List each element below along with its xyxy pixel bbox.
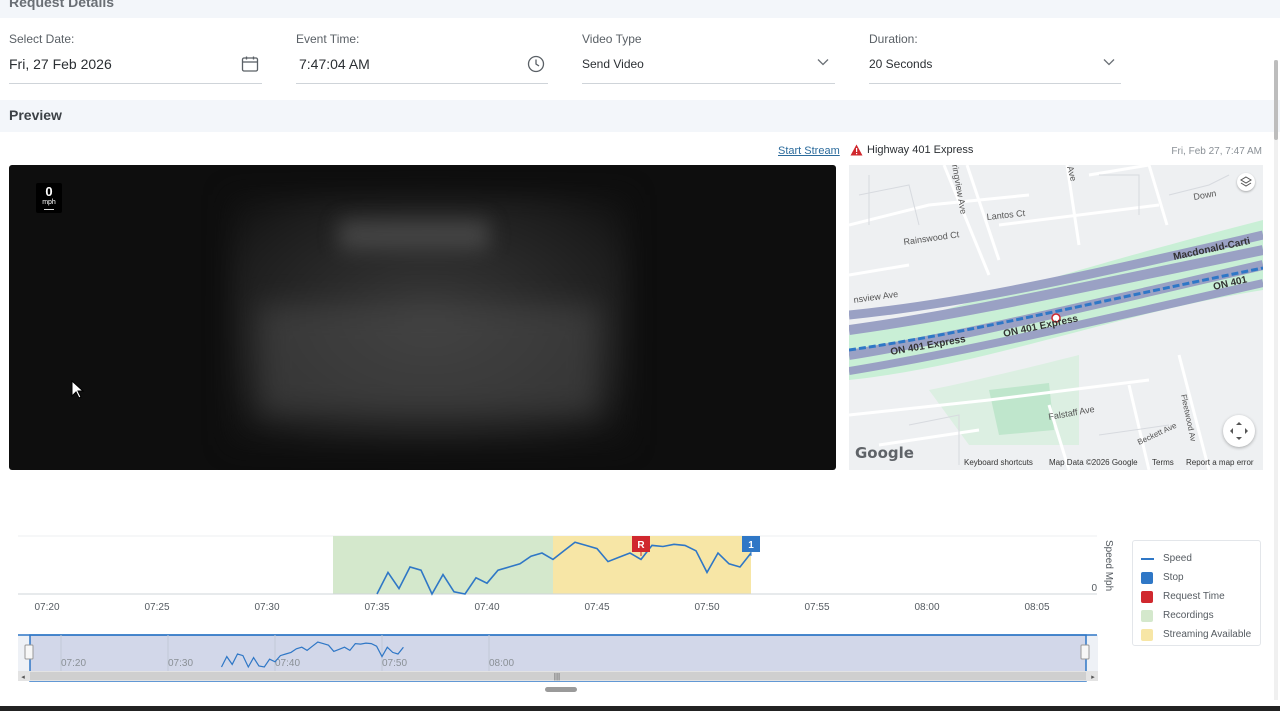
navigator-tick-label: 07:50	[382, 658, 407, 669]
x-tick-label: 07:45	[584, 602, 609, 613]
map-timestamp: Fri, Feb 27, 7:47 AM	[1171, 146, 1262, 157]
video-type-select[interactable]: Video Type Send Video	[582, 32, 835, 84]
map-location-name: Highway 401 Express	[867, 144, 974, 156]
map-footer: Google Keyboard shortcuts Map Data ©2026…	[849, 444, 1263, 470]
legend-swatch-recordings	[1141, 609, 1153, 622]
legend-item-request-time[interactable]: Request Time	[1141, 587, 1260, 606]
x-tick-label: 07:30	[254, 602, 279, 613]
scroll-right-arrow: ▸	[1091, 674, 1095, 681]
legend-swatch-stop	[1141, 571, 1153, 584]
chevron-down-icon[interactable]	[1103, 58, 1115, 66]
legend-item-speed[interactable]: Speed	[1141, 549, 1260, 568]
map-view[interactable]: Rainswood Ct Lantos Ct ringview Ave Ave …	[849, 165, 1263, 470]
date-field[interactable]: Select Date: Fri, 27 Feb 2026	[9, 32, 262, 84]
date-value[interactable]: Fri, 27 Feb 2026	[9, 56, 112, 72]
report-map-error-link[interactable]: Report a map error	[1186, 458, 1254, 467]
marker-label: 1	[748, 540, 754, 551]
scroll-left-arrow: ◂	[21, 674, 25, 681]
fullscreen-button[interactable]	[1223, 415, 1255, 447]
terms-link[interactable]: Terms	[1152, 458, 1174, 467]
page-scrollbar[interactable]	[1274, 60, 1278, 700]
speed-overlay: 0 mph	[36, 183, 62, 213]
x-tick-label: 08:00	[914, 602, 939, 613]
map-data-credit: Map Data ©2026 Google	[1049, 458, 1138, 467]
x-tick-label: 07:20	[34, 602, 59, 613]
chart-legend: Speed Stop Request Time Recordings Strea…	[1132, 540, 1261, 646]
navigator-tick-label: 07:40	[275, 658, 300, 669]
event-time-label: Event Time:	[296, 32, 360, 46]
page-scrollbar-thumb[interactable]	[1274, 60, 1278, 140]
keyboard-shortcuts-link[interactable]: Keyboard shortcuts	[964, 458, 1033, 467]
legend-label-streaming: Streaming Available	[1163, 629, 1252, 640]
navigator-handle-right[interactable]	[1080, 644, 1090, 660]
duration-value[interactable]: 20 Seconds	[869, 57, 932, 71]
mouse-cursor-icon	[71, 380, 85, 399]
chevron-down-icon[interactable]	[817, 58, 829, 66]
video-frame-blurred-detail	[339, 220, 489, 250]
preview-band	[0, 100, 1280, 132]
speed-timeline-chart[interactable]: 07:20 07:25 07:30 07:35 07:40 07:45 07:50 07:55…	[0, 525, 1280, 705]
google-logo: Google	[855, 444, 914, 462]
x-tick-label: 07:50	[694, 602, 719, 613]
legend-item-stop[interactable]: Stop	[1141, 568, 1260, 587]
layers-button[interactable]	[1237, 173, 1255, 191]
marker-label: R	[637, 540, 645, 551]
map-canvas[interactable]: Rainswood Ct Lantos Ct ringview Ave Ave …	[849, 165, 1263, 470]
clock-icon[interactable]	[526, 54, 546, 74]
speed-divider	[44, 209, 54, 210]
navigator-handle-left[interactable]	[24, 644, 34, 660]
scrollbar-grip: |||	[554, 672, 560, 681]
band-recordings	[333, 536, 553, 594]
duration-select[interactable]: Duration: 20 Seconds	[869, 32, 1121, 84]
map-location: Highway 401 Express	[850, 144, 973, 156]
legend-label-stop: Stop	[1163, 572, 1184, 583]
video-type-value[interactable]: Send Video	[582, 57, 644, 71]
date-label: Select Date:	[9, 32, 75, 46]
preview-title: Preview	[9, 107, 62, 123]
navigator-tick-label: 07:30	[168, 658, 193, 669]
x-tick-label: 07:35	[364, 602, 389, 613]
legend-label-request-time: Request Time	[1163, 591, 1225, 602]
legend-label-recordings: Recordings	[1163, 610, 1214, 621]
bottom-edge	[0, 706, 1280, 711]
navigator-tick-label: 07:20	[61, 658, 86, 669]
start-stream-link[interactable]: Start Stream	[778, 145, 840, 157]
x-tick-label: 07:55	[804, 602, 829, 613]
calendar-icon[interactable]	[240, 54, 260, 74]
navigator-tick-label: 08:00	[489, 658, 514, 669]
legend-item-recordings[interactable]: Recordings	[1141, 606, 1260, 625]
x-tick-label: 07:25	[144, 602, 169, 613]
request-details-band	[0, 0, 1280, 18]
y-tick-label: 0	[1091, 583, 1097, 594]
legend-swatch-request-time	[1141, 590, 1153, 603]
video-type-label: Video Type	[582, 32, 642, 46]
layers-icon	[1240, 176, 1252, 187]
duration-label: Duration:	[869, 32, 918, 46]
legend-label-speed: Speed	[1163, 553, 1192, 564]
speed-unit: mph	[42, 199, 56, 206]
speed-value: 0	[45, 184, 53, 199]
event-time-value[interactable]: 7:47:04 AM	[299, 56, 370, 72]
legend-item-streaming[interactable]: Streaming Available	[1141, 625, 1260, 644]
video-player[interactable]: 0 mph	[9, 165, 836, 470]
legend-swatch-speed	[1141, 557, 1154, 560]
video-frame-blurred-detail	[259, 305, 599, 415]
event-time-field[interactable]: Event Time: 7:47:04 AM	[296, 32, 548, 84]
warning-icon	[850, 144, 863, 156]
x-tick-label: 08:05	[1024, 602, 1049, 613]
y-axis-label: Speed Mph	[1103, 540, 1114, 592]
fullscreen-icon	[1230, 422, 1248, 440]
request-details-title: Request Details	[9, 0, 115, 10]
drag-handle	[545, 687, 577, 692]
x-tick-label: 07:40	[474, 602, 499, 613]
legend-swatch-streaming	[1141, 628, 1153, 641]
